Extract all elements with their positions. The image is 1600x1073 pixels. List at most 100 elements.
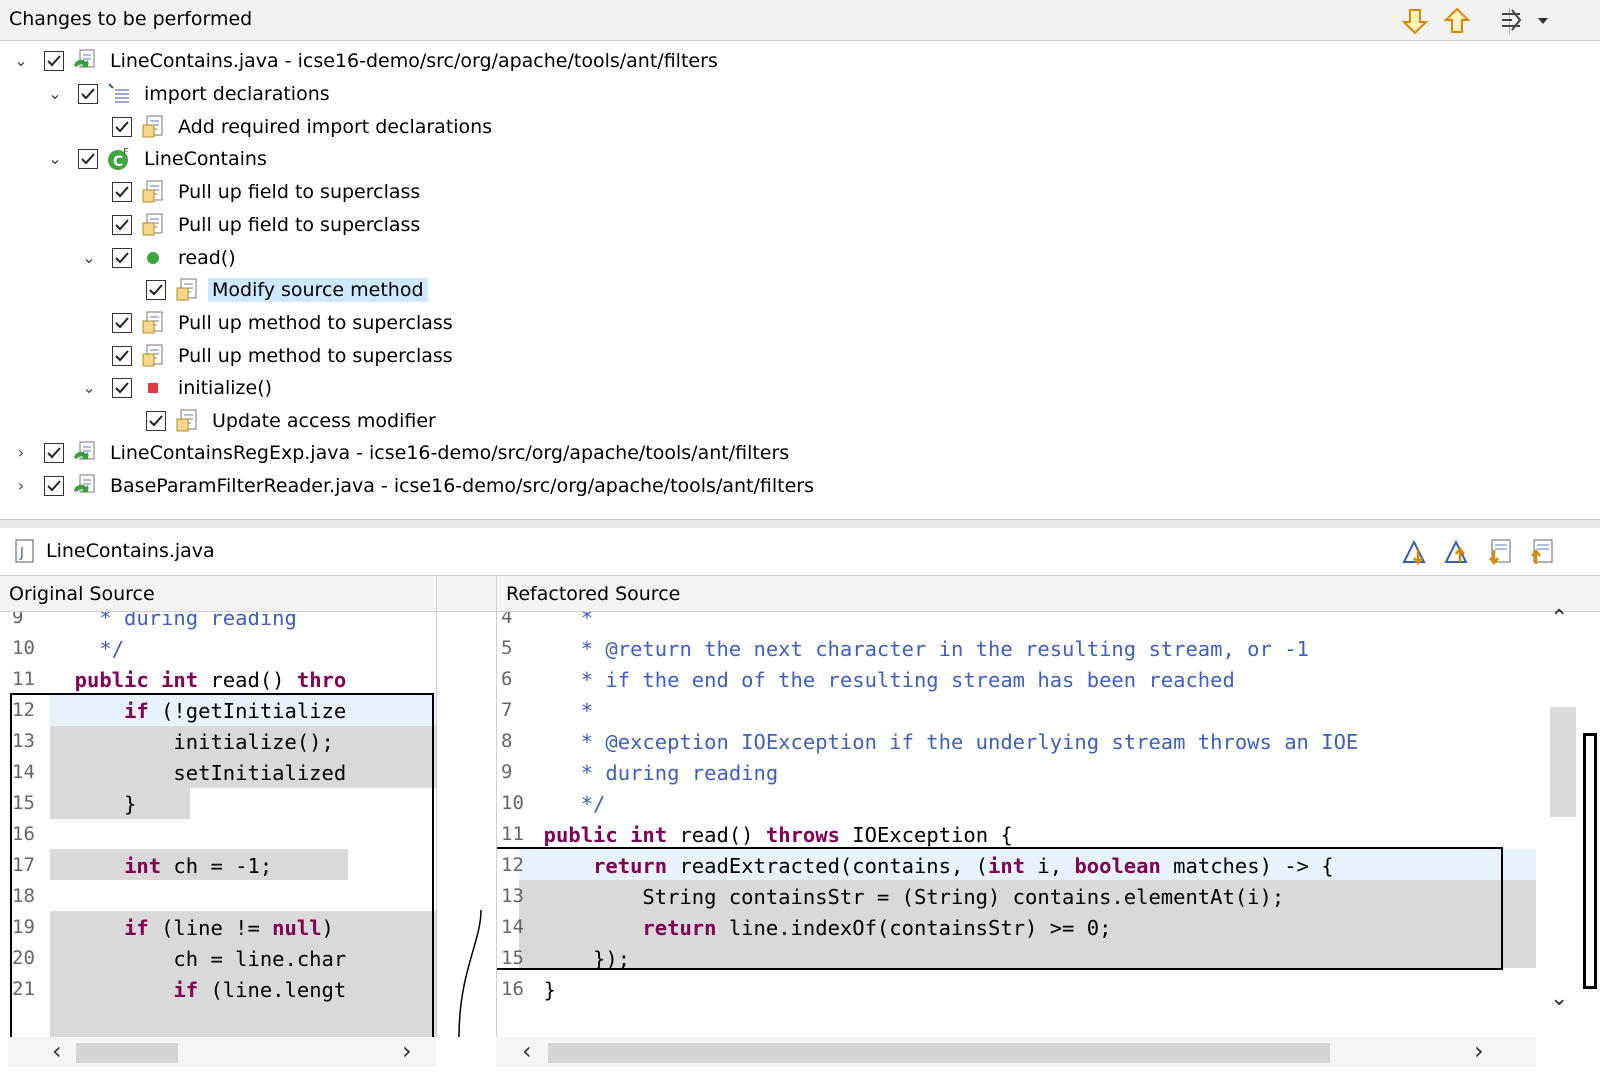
scroll-right-icon[interactable]: › bbox=[402, 1037, 412, 1065]
diff-connector-gutter bbox=[436, 612, 497, 1038]
code-line: if (line.lengt bbox=[173, 978, 347, 1002]
chevron-down-icon[interactable]: ⌄ bbox=[44, 148, 66, 170]
next-change-icon[interactable] bbox=[1484, 536, 1516, 568]
tree-label: import declarations bbox=[144, 82, 330, 105]
tree-row-file[interactable]: › BaseParamFilterReader.java - icse16-de… bbox=[10, 469, 818, 502]
line-number: 19 bbox=[12, 916, 35, 938]
tree-label: Pull up method to superclass bbox=[178, 311, 453, 334]
original-source-editor[interactable]: 9 * during reading 10 */ 11 public int r… bbox=[8, 612, 436, 1037]
scroll-down-icon[interactable]: ⌄ bbox=[1550, 986, 1568, 1011]
horizontal-scrollbar-right[interactable]: ‹ › bbox=[496, 1037, 1536, 1067]
previous-difference-icon[interactable] bbox=[1442, 536, 1474, 568]
next-change-arrow-down-icon[interactable] bbox=[1400, 6, 1430, 36]
tree-row-method[interactable]: ⌄ read() bbox=[78, 241, 240, 274]
line-number: 5 bbox=[501, 637, 513, 659]
checkbox[interactable] bbox=[112, 116, 132, 137]
code-line: */ bbox=[50, 637, 125, 661]
line-number: 16 bbox=[12, 823, 35, 845]
tree-row-file[interactable]: › LineContainsRegExp.java - icse16-demo/… bbox=[10, 436, 793, 469]
svg-text:C: C bbox=[113, 154, 123, 170]
previous-change-icon[interactable] bbox=[1526, 536, 1558, 568]
chevron-right-icon[interactable]: › bbox=[10, 442, 32, 464]
scroll-left-icon[interactable]: ‹ bbox=[52, 1037, 62, 1065]
horizontal-scroll-thumb[interactable] bbox=[548, 1043, 1330, 1063]
chevron-down-icon[interactable]: ⌄ bbox=[78, 247, 100, 269]
code-line: public int read() thro bbox=[50, 668, 347, 692]
scroll-right-icon[interactable]: › bbox=[1474, 1037, 1484, 1065]
code-line: }); bbox=[519, 947, 631, 971]
tree-label: BaseParamFilterReader.java - icse16-demo… bbox=[110, 474, 814, 497]
line-number: 9 bbox=[12, 612, 24, 628]
code-line: } bbox=[519, 978, 557, 1002]
change-icon bbox=[174, 408, 200, 434]
tree-label: Update access modifier bbox=[212, 409, 436, 432]
line-number: 15 bbox=[12, 792, 35, 814]
checkbox[interactable] bbox=[44, 475, 64, 496]
change-icon bbox=[140, 212, 166, 238]
code-line: * bbox=[519, 699, 594, 723]
vertical-scrollbar[interactable]: ⌃ ⌄ bbox=[1536, 606, 1576, 1037]
tree-row-file[interactable]: ⌄ LineContains.java - icse16-demo/src/or… bbox=[10, 44, 722, 77]
chevron-down-icon[interactable]: ⌄ bbox=[10, 50, 32, 72]
chevron-down-icon[interactable]: ⌄ bbox=[78, 377, 100, 399]
scroll-left-icon[interactable]: ‹ bbox=[522, 1037, 532, 1065]
checkbox[interactable] bbox=[112, 312, 132, 333]
checkbox[interactable] bbox=[146, 410, 166, 431]
tree-row-class[interactable]: ⌄ CF LineContains bbox=[44, 142, 271, 175]
line-number: 7 bbox=[501, 699, 513, 721]
refactored-source-header: Refactored Source bbox=[496, 575, 1600, 612]
checkbox[interactable] bbox=[112, 377, 132, 398]
tree-row-change[interactable]: Pull up field to superclass bbox=[112, 208, 424, 241]
checkbox[interactable] bbox=[112, 181, 132, 202]
checkbox[interactable] bbox=[78, 148, 98, 169]
code-line: setInitialized bbox=[50, 761, 347, 785]
line-number: 13 bbox=[12, 730, 35, 752]
scroll-up-icon[interactable]: ⌃ bbox=[1550, 606, 1568, 631]
tree-row-method[interactable]: ⌄ initialize() bbox=[78, 371, 276, 404]
tree-row-change-selected[interactable]: Modify source method bbox=[146, 273, 428, 306]
chevron-down-icon[interactable]: ⌄ bbox=[44, 83, 66, 105]
tree-label: Pull up field to superclass bbox=[178, 180, 421, 203]
tree-row-change[interactable]: Update access modifier bbox=[146, 404, 440, 437]
tree-label: LineContains bbox=[144, 147, 267, 170]
line-number: 18 bbox=[12, 885, 35, 907]
next-difference-icon[interactable] bbox=[1400, 536, 1432, 568]
previous-change-arrow-up-icon[interactable] bbox=[1442, 6, 1472, 36]
checkbox[interactable] bbox=[112, 345, 132, 366]
refactored-source-editor[interactable]: 4 * 5 * @return the next character in th… bbox=[496, 612, 1537, 1037]
line-number: 8 bbox=[501, 730, 513, 752]
horizontal-scroll-thumb[interactable] bbox=[76, 1043, 178, 1063]
svg-text:J: J bbox=[19, 546, 24, 561]
code-line: * if the end of the resulting stream has… bbox=[519, 668, 1235, 692]
checkbox[interactable] bbox=[78, 83, 98, 104]
java-file-change-icon bbox=[72, 473, 98, 499]
changes-header: Changes to be performed bbox=[0, 0, 1600, 41]
line-number: 9 bbox=[501, 761, 513, 783]
filter-menu-icon[interactable] bbox=[1498, 6, 1558, 36]
chevron-right-icon[interactable]: › bbox=[10, 475, 32, 497]
code-line: public int read() throws IOException { bbox=[519, 823, 1013, 847]
code-line: initialize(); bbox=[50, 730, 334, 754]
tree-row-change[interactable]: Pull up method to superclass bbox=[112, 339, 457, 372]
checkbox[interactable] bbox=[112, 214, 132, 235]
code-line: * during reading bbox=[50, 612, 297, 630]
change-icon bbox=[140, 310, 166, 336]
line-number: 17 bbox=[12, 854, 35, 876]
checkbox[interactable] bbox=[112, 247, 132, 268]
checkbox[interactable] bbox=[44, 50, 64, 71]
line-number: 20 bbox=[12, 947, 35, 969]
tree-row-change[interactable]: Pull up field to superclass bbox=[112, 175, 424, 208]
code-line: * during reading bbox=[519, 761, 779, 785]
vertical-scroll-thumb[interactable] bbox=[1550, 707, 1576, 817]
horizontal-scrollbar-left[interactable]: ‹ › bbox=[8, 1037, 436, 1067]
checkbox[interactable] bbox=[146, 279, 166, 300]
code-line: String containsStr = (String) contains.e… bbox=[519, 885, 1285, 909]
checkbox[interactable] bbox=[44, 442, 64, 463]
line-number: 21 bbox=[12, 978, 35, 1000]
tree-row-imports[interactable]: ⌄ import declarations bbox=[44, 77, 334, 110]
tree-row-change[interactable]: Pull up method to superclass bbox=[112, 306, 457, 339]
code-line: return readExtracted(contains, (int i, b… bbox=[593, 854, 1334, 878]
code-line: return line.indexOf(containsStr) >= 0; bbox=[642, 916, 1112, 940]
tree-row-change[interactable]: Add required import declarations bbox=[112, 110, 496, 143]
changes-tree: ⌄ LineContains.java - icse16-demo/src/or… bbox=[0, 41, 1600, 519]
